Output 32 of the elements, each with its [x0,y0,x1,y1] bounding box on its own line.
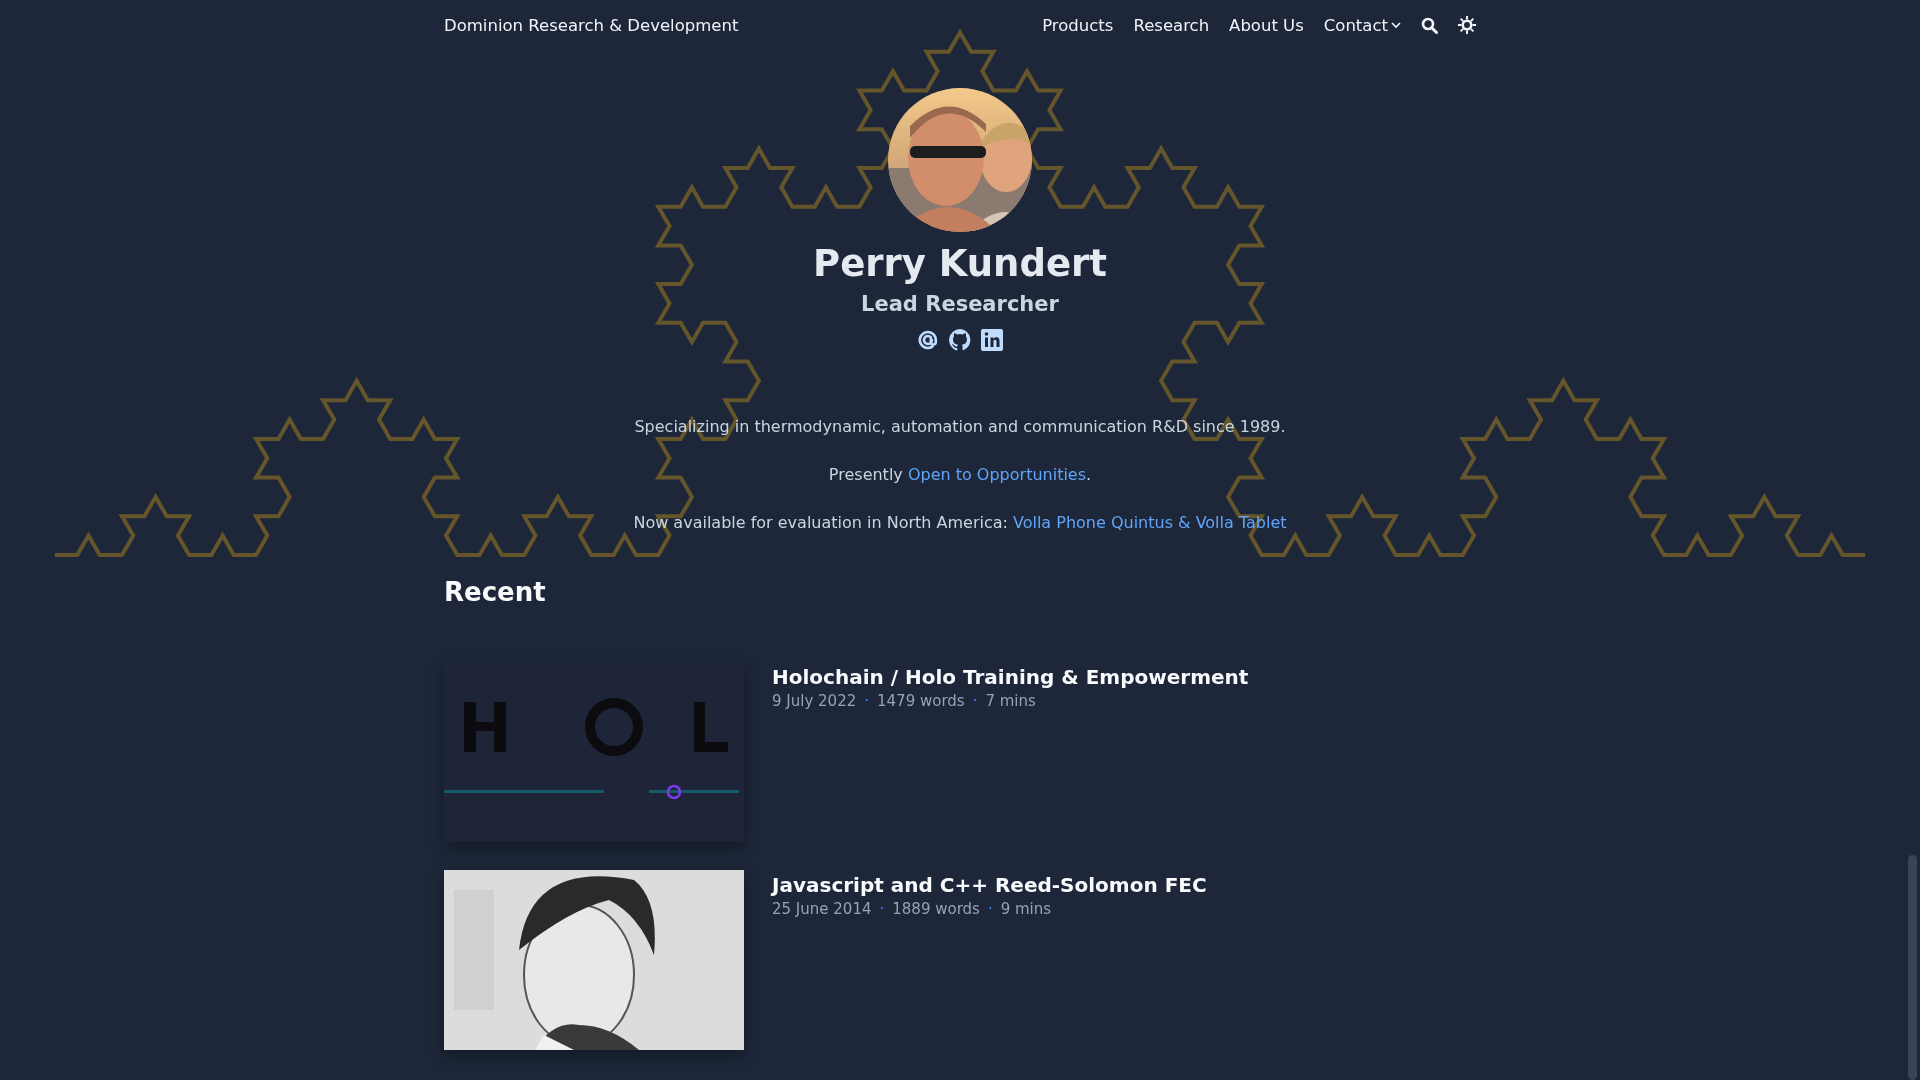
contact-dropdown[interactable]: Contact [1323,15,1401,35]
profile-name: Perry Kundert [813,242,1107,286]
sun-icon[interactable] [1458,16,1476,34]
chevron-down-icon [1391,21,1401,29]
site-title[interactable]: Dominion Research & Development [444,15,1043,35]
post-meta: 9 mins [1000,900,1052,918]
nav-link[interactable]: Research [1133,15,1210,35]
intro-paragraph: Specializing in thermodynamic, automation and communication R&D since 1989. [634,416,1286,438]
nav-link[interactable]: Products [1042,15,1114,35]
nav-link[interactable]: About Us [1229,15,1304,35]
separator-dot: · [972,692,978,710]
profile-role: Lead Researcher [861,291,1059,318]
post-meta: 25 June 2014 [772,900,872,918]
post-meta: 9 July 2022 [772,692,857,710]
section-heading: Recent [444,576,547,608]
post-title[interactable]: Javascript and C++ Reed-Solomon FEC [772,872,1207,898]
linkedin-icon[interactable] [980,328,1004,352]
post-meta: 1889 words [892,900,980,918]
separator-dot: · [879,900,885,918]
intro-paragraph: Presently Open to Opportunities. [828,464,1092,486]
scrollbar-thumb[interactable] [1908,855,1917,1080]
separator-dot: · [864,692,869,710]
post-meta: 7 mins [985,692,1036,710]
post-meta: 1479 words [877,692,965,710]
email-icon[interactable] [916,328,940,352]
separator-dot: · [987,900,993,918]
post-title[interactable]: Holochain / Holo Training & Empowerment [772,664,1249,690]
github-icon[interactable] [948,328,972,352]
text-link[interactable]: Open to Opportunities [907,465,1087,484]
intro-paragraph: Now available for evaluation in North America: Volla Phone Quintus & Volla Tablet [633,512,1287,534]
search-icon[interactable] [1421,16,1438,34]
text-link[interactable]: Volla Phone Quintus & Volla Tablet [1013,513,1287,532]
